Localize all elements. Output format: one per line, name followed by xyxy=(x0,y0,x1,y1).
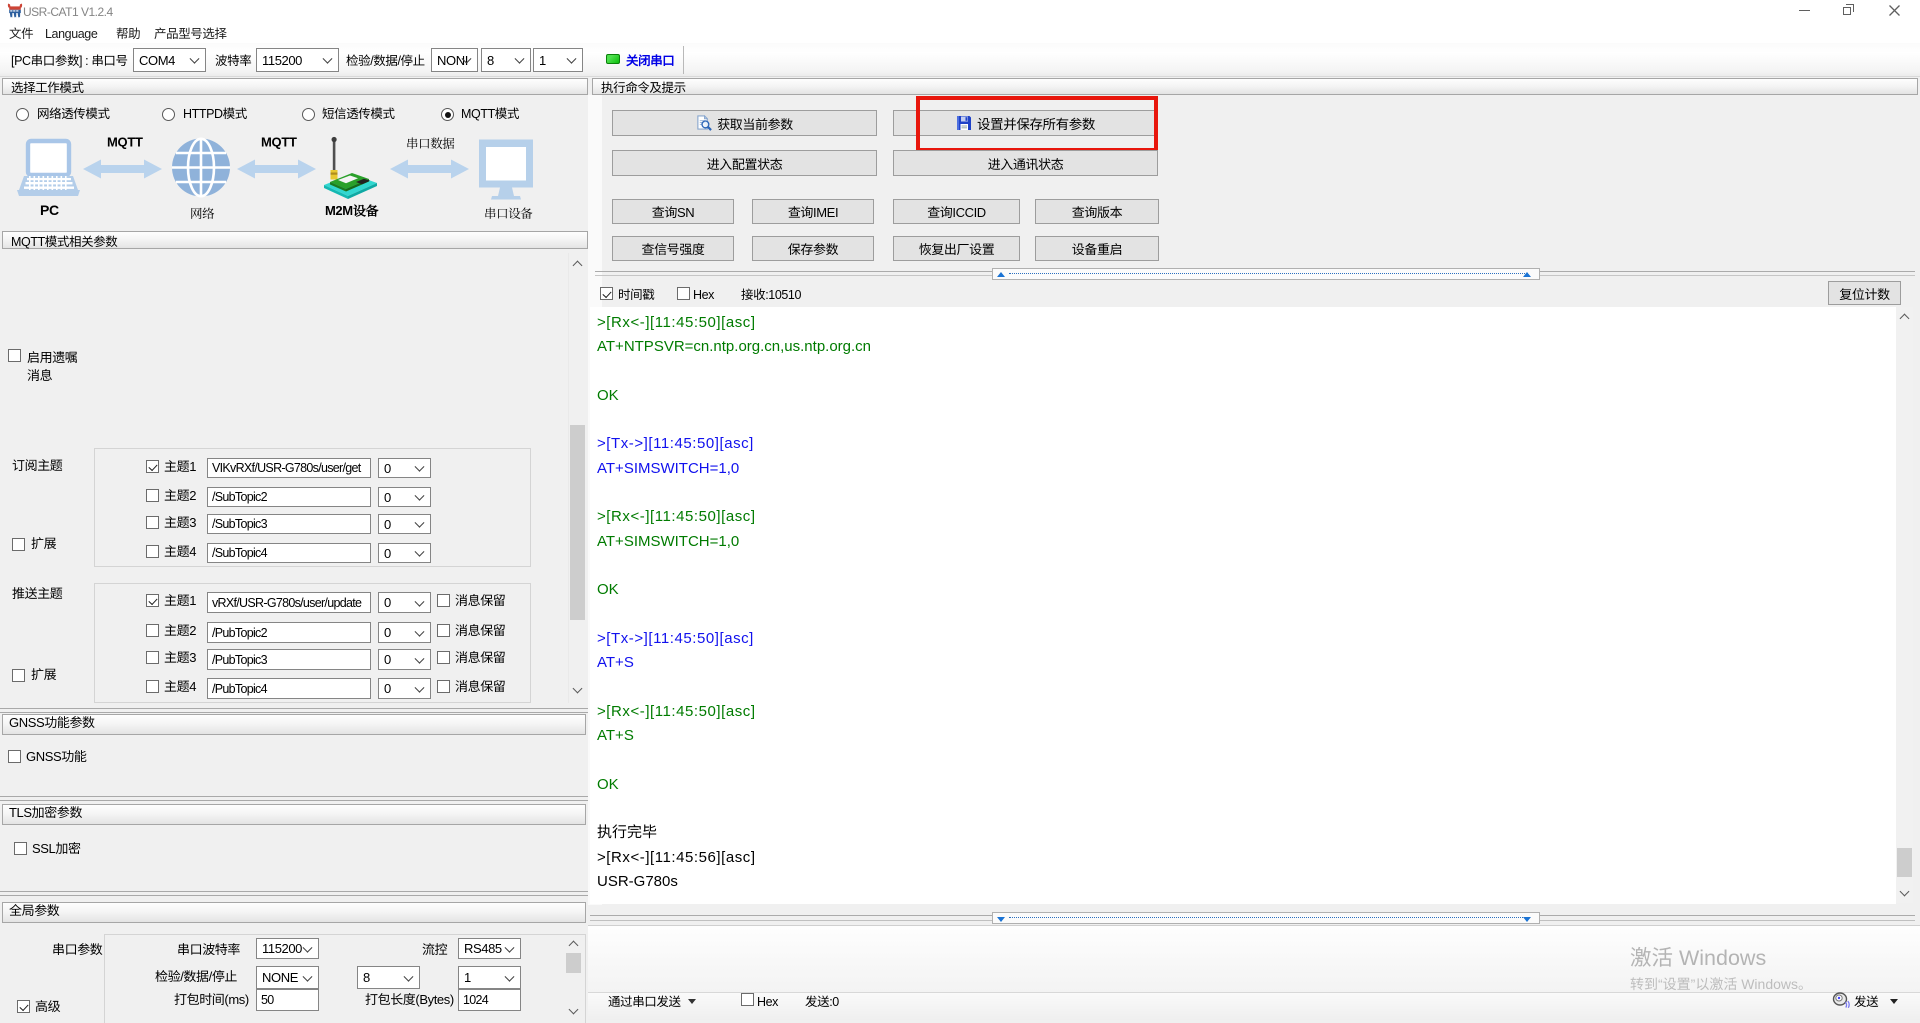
svg-text:网络: 网络 xyxy=(190,204,215,222)
svg-text:PC: PC xyxy=(40,202,59,218)
svg-text:串口设备: 串口设备 xyxy=(484,204,533,222)
svg-text:串口数据: 串口数据 xyxy=(406,134,455,152)
svg-text:MQTT: MQTT xyxy=(107,135,143,150)
svg-text:设备: 设备 xyxy=(353,201,379,220)
svg-text:MQTT: MQTT xyxy=(261,135,297,150)
svg-text:M2M: M2M xyxy=(325,203,353,218)
